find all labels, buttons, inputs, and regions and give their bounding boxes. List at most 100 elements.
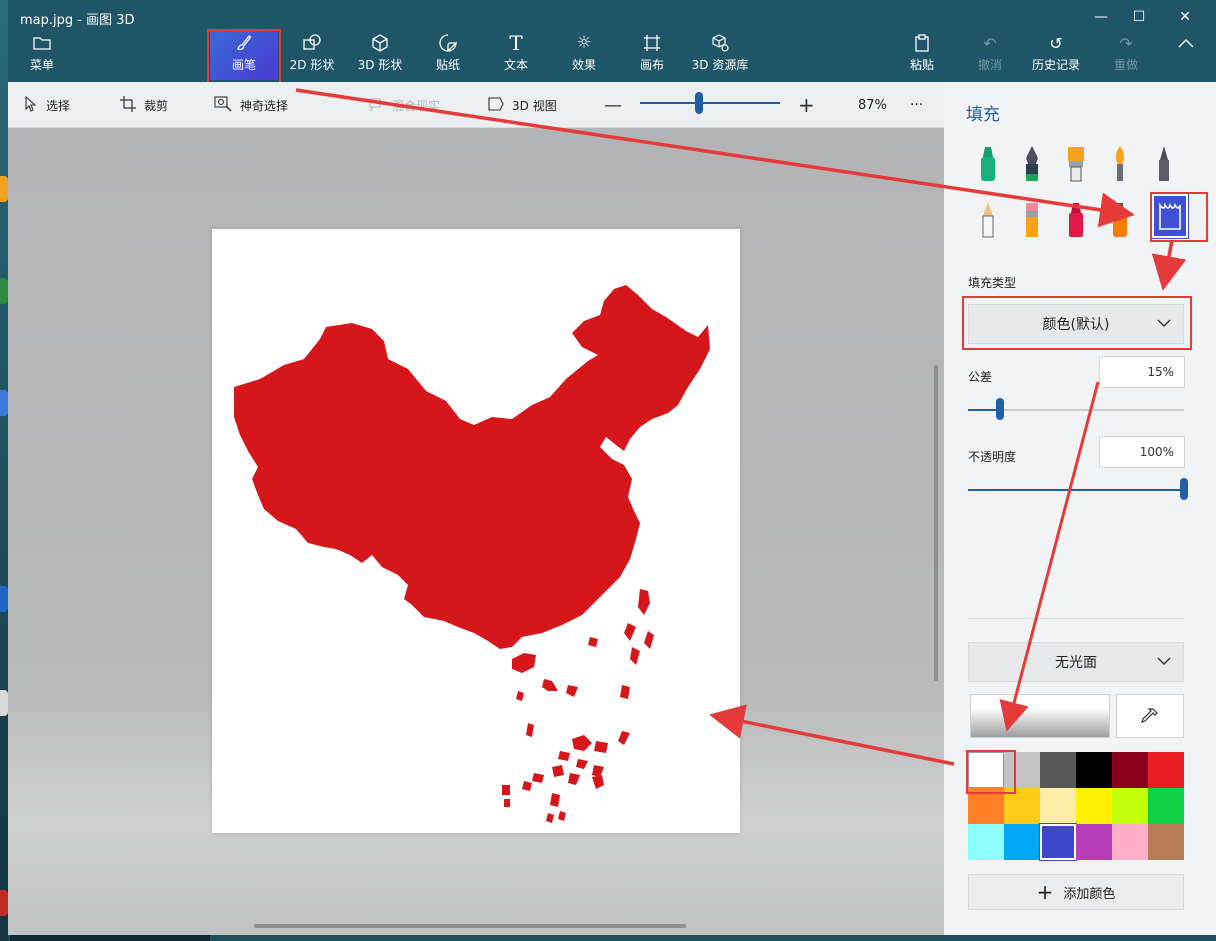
marker-brush[interactable] [968, 142, 1008, 186]
zoom-value: 87% [858, 82, 887, 128]
color-swatch[interactable] [1112, 824, 1148, 860]
color-swatch[interactable] [1148, 752, 1184, 788]
desktop-app-icon [0, 278, 8, 304]
fill-type-label: 填充类型 [968, 276, 1017, 290]
finish-value: 无光面 [1055, 655, 1097, 671]
tool-stickers[interactable]: 贴纸 [422, 30, 474, 80]
paste-button[interactable]: 粘贴 [902, 30, 942, 80]
color-swatch[interactable] [1148, 824, 1184, 860]
pixel-pen-brush[interactable] [1144, 142, 1184, 186]
folder-icon [33, 30, 51, 56]
tool-canvas[interactable]: 画布 [626, 30, 678, 80]
color-swatch[interactable] [968, 824, 1004, 860]
desktop-app-icon [0, 890, 8, 916]
zoom-out-button[interactable]: — [604, 82, 622, 128]
tolerance-label: 公差 [968, 370, 993, 384]
magic-select-icon [214, 95, 232, 115]
window-title: map.jpg - 画图 3D [20, 13, 135, 28]
panel-title: 填充 [966, 105, 1000, 125]
undo-icon: ↶ [983, 33, 997, 53]
desktop-background [0, 0, 8, 941]
zoom-slider-thumb[interactable] [694, 92, 703, 114]
color-swatch[interactable] [1039, 823, 1077, 861]
tool-2d-shapes[interactable]: 2D 形状 [286, 30, 338, 80]
spray-can-icon [1113, 203, 1127, 237]
watercolor-brush[interactable] [1100, 142, 1140, 186]
view-3d-button[interactable]: 3D 视图 [488, 82, 557, 128]
tool-effects[interactable]: ☼ 效果 [558, 30, 610, 80]
tolerance-input[interactable]: 15% [1099, 356, 1185, 388]
highlight-box [1150, 192, 1208, 242]
eyedropper-icon [1141, 708, 1158, 723]
mixed-reality-button[interactable]: 混合现实 [368, 82, 440, 128]
mixed-reality-label: 混合现实 [392, 98, 441, 113]
tool-text[interactable]: T 文本 [490, 30, 542, 80]
highlight-box [966, 750, 1016, 794]
select-label: 选择 [46, 98, 71, 113]
secondary-toolbar: 选择 裁剪 神奇选择 混合现实 3D 视图 — + 87% ··· [8, 82, 944, 128]
opacity-label: 不透明度 [968, 450, 1017, 464]
magic-select-button[interactable]: 神奇选择 [214, 82, 288, 128]
zoom-slider[interactable] [640, 102, 780, 104]
tool-3d-library[interactable]: 3D 资源库 [688, 30, 752, 80]
color-swatch[interactable] [1040, 752, 1076, 788]
close-button[interactable]: ✕ [1162, 4, 1208, 30]
color-swatch[interactable] [1076, 824, 1112, 860]
finish-dropdown[interactable]: 无光面 [968, 642, 1184, 682]
3d-view-icon [488, 96, 504, 114]
tolerance-slider-thumb[interactable] [996, 398, 1005, 420]
menu-button[interactable]: 菜单 [20, 30, 64, 80]
2d-shapes-icon [302, 30, 322, 56]
select-button[interactable]: 选择 [24, 82, 70, 128]
color-swatch[interactable] [1004, 824, 1040, 860]
tool-label: 3D 形状 [357, 58, 403, 72]
cursor-icon [24, 95, 38, 115]
drawing-canvas[interactable] [212, 229, 740, 833]
zoom-value-text: 87% [858, 97, 887, 113]
color-swatch[interactable] [1076, 752, 1112, 788]
maximize-button[interactable]: ☐ [1116, 4, 1162, 30]
vertical-scrollbar[interactable] [934, 365, 938, 681]
undo-button[interactable]: ↶ 撤消 [970, 30, 1010, 80]
eyedropper-button[interactable] [1116, 694, 1184, 738]
pencil-brush[interactable] [968, 198, 1008, 242]
history-button[interactable]: ↺ 历史记录 [1028, 30, 1084, 80]
color-swatch[interactable] [1076, 788, 1112, 824]
zoom-in-button[interactable]: + [798, 82, 815, 128]
oil-brush[interactable] [1056, 142, 1096, 186]
paint3d-window: map.jpg - 画图 3D — ☐ ✕ 菜单 画笔 2D 形状 3D 形状 … [8, 0, 1216, 935]
horizontal-scrollbar[interactable] [254, 924, 686, 928]
crop-label: 裁剪 [144, 98, 169, 113]
3d-library-icon [711, 30, 729, 56]
ribbon: map.jpg - 画图 3D — ☐ ✕ 菜单 画笔 2D 形状 3D 形状 … [8, 0, 1216, 84]
eraser-brush[interactable] [1012, 198, 1052, 242]
collapse-ribbon-button[interactable] [1168, 30, 1204, 80]
canvas-icon [643, 30, 661, 56]
crayon-brush[interactable] [1056, 198, 1096, 242]
tool-label: 贴纸 [435, 58, 460, 72]
maximize-icon: ☐ [1132, 9, 1146, 25]
opacity-input[interactable]: 100% [1099, 436, 1185, 468]
close-icon: ✕ [1179, 9, 1191, 25]
chevron-down-icon [1157, 654, 1171, 670]
more-icon: ··· [910, 97, 924, 113]
opacity-slider-thumb[interactable] [1180, 478, 1188, 500]
tool-3d-shapes[interactable]: 3D 形状 [354, 30, 406, 80]
chevron-up-icon [1178, 30, 1194, 56]
spray-can-brush[interactable] [1100, 198, 1140, 242]
crop-button[interactable]: 裁剪 [120, 82, 168, 128]
desktop-app-icon [0, 176, 8, 202]
magic-select-label: 神奇选择 [240, 98, 289, 113]
redo-button[interactable]: ↷ 重做 [1106, 30, 1146, 80]
color-swatch[interactable] [1040, 788, 1076, 824]
tool-label: 2D 形状 [289, 58, 335, 72]
color-swatch[interactable] [1112, 752, 1148, 788]
tool-label: 效果 [571, 58, 596, 72]
watercolor-icon [1115, 146, 1125, 181]
color-swatch[interactable] [1148, 788, 1184, 824]
tool-label: 画布 [639, 58, 664, 72]
add-color-button[interactable]: + 添加颜色 [968, 874, 1184, 910]
color-swatch[interactable] [1112, 788, 1148, 824]
calligraphy-brush[interactable] [1012, 142, 1052, 186]
more-button[interactable]: ··· [910, 82, 923, 128]
